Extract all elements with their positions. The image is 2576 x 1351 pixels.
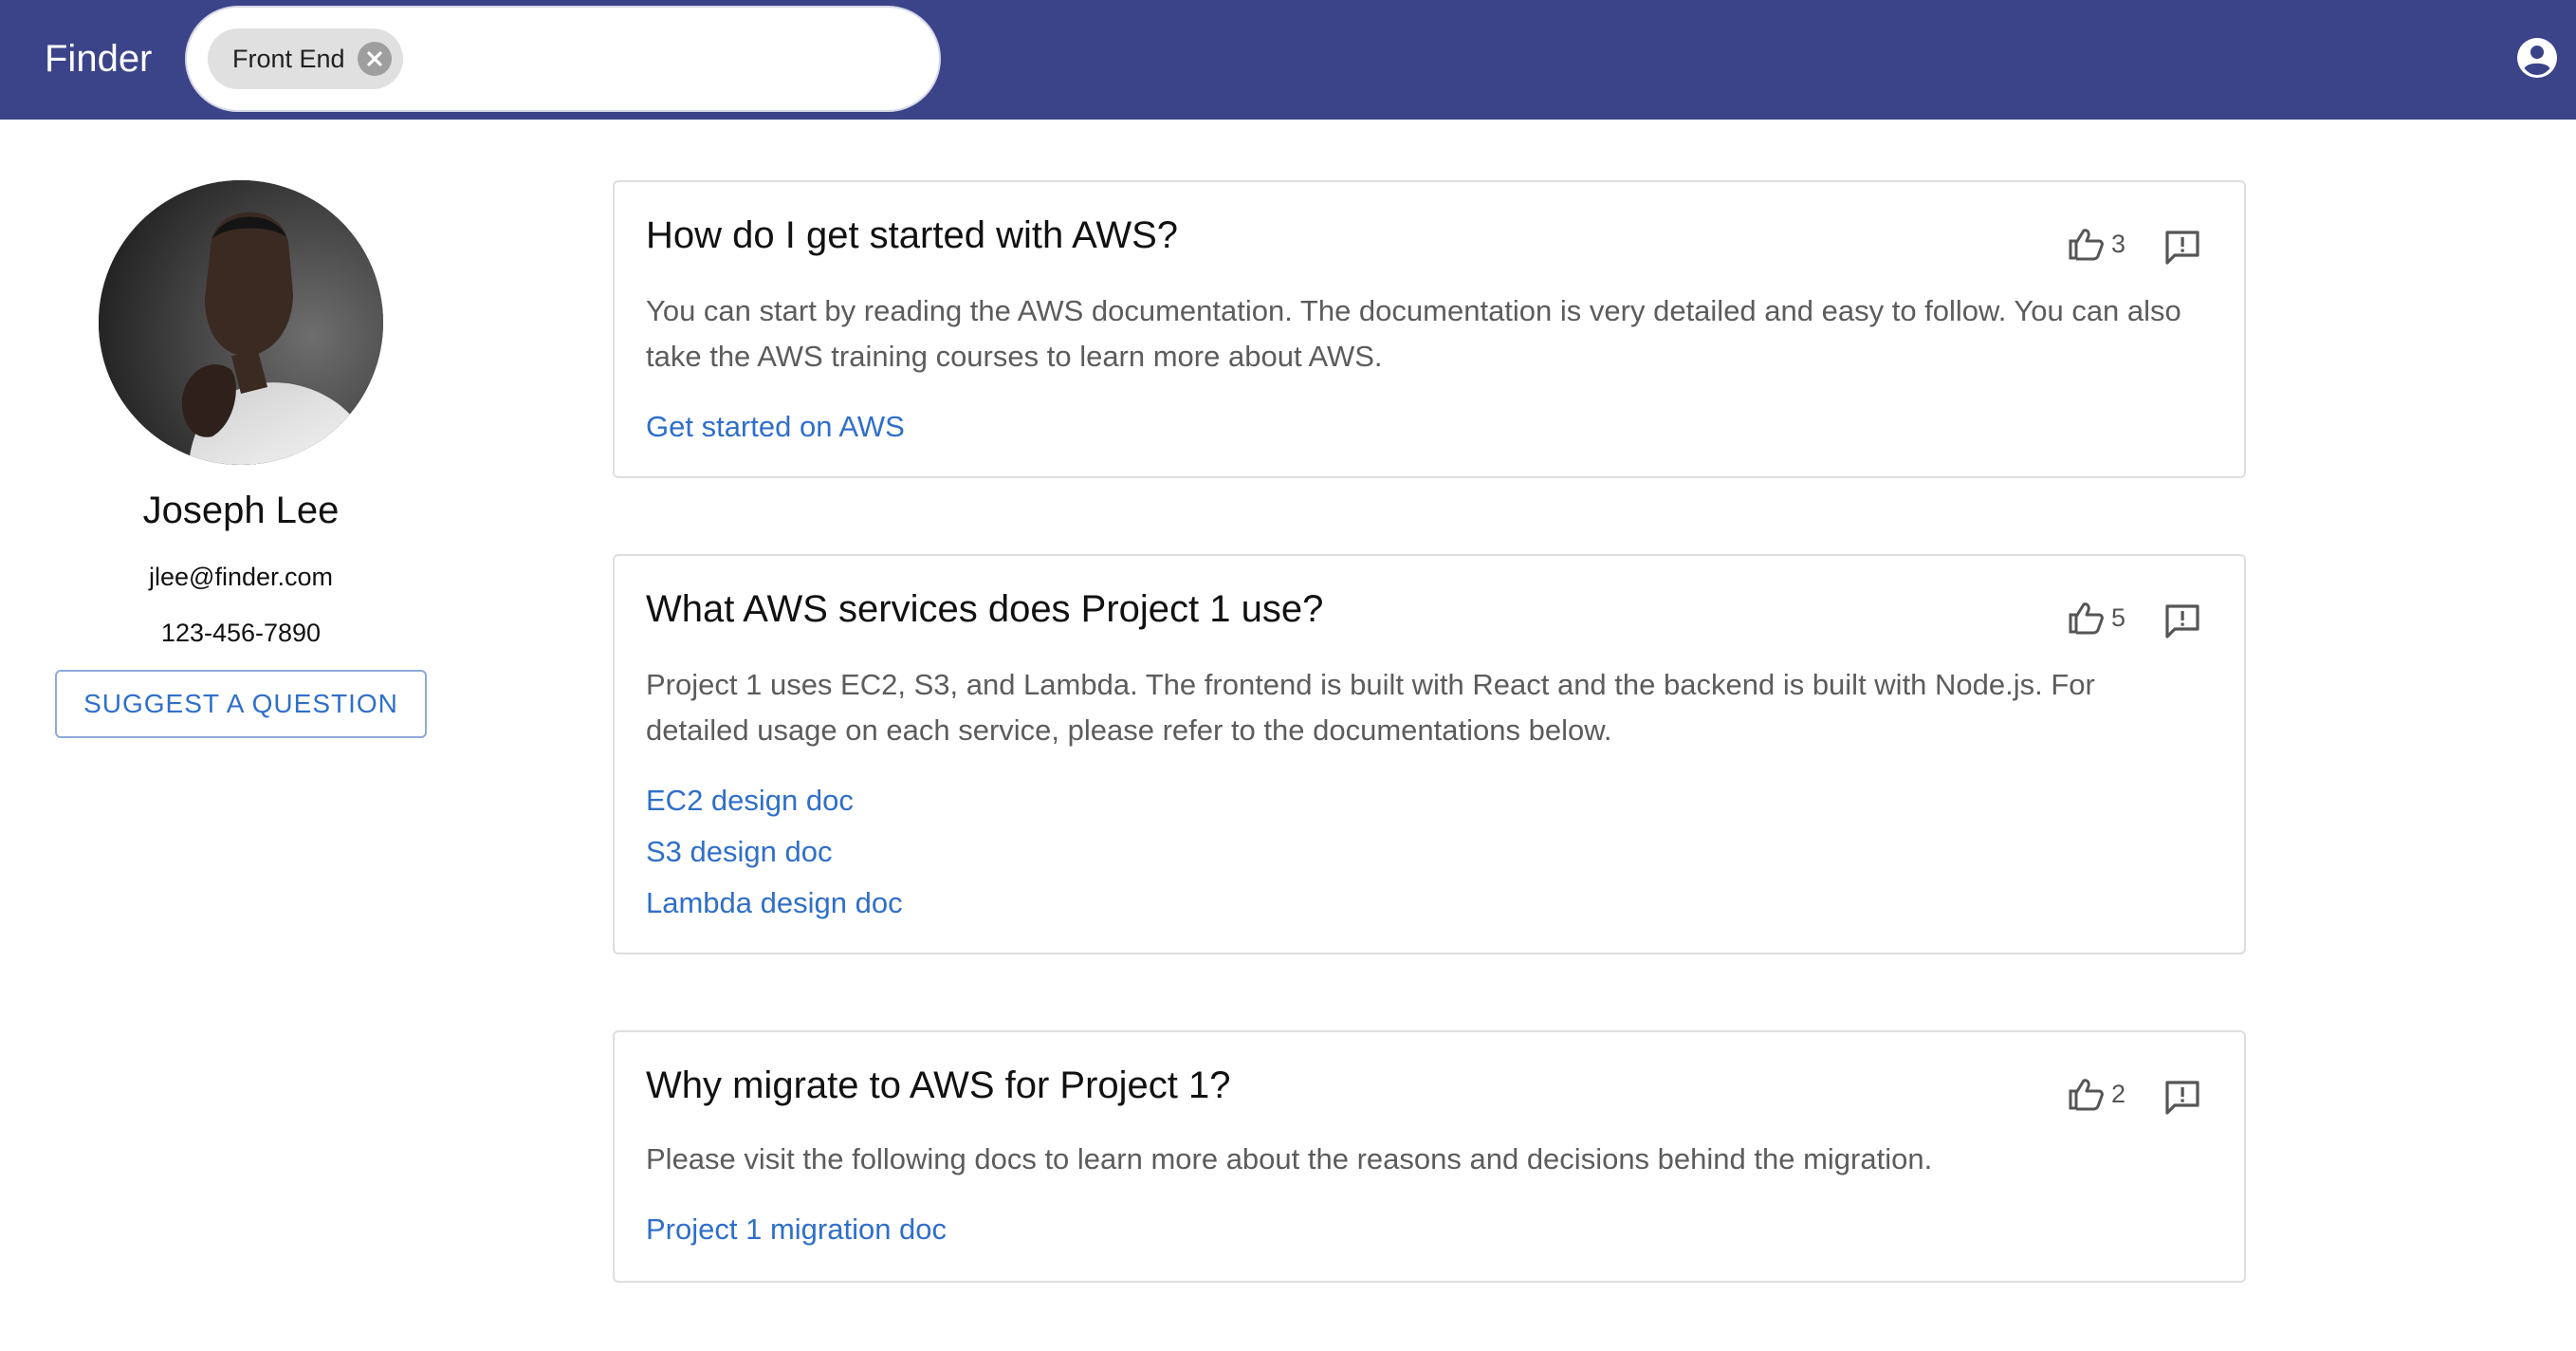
doc-link[interactable]: Lambda design doc [646,882,903,924]
feedback-icon[interactable] [2162,1078,2202,1118]
doc-link[interactable]: S3 design doc [646,831,832,873]
thumb-up-icon [2069,1079,2104,1111]
answer-text: Project 1 uses EC2, S3, and Lambda. The … [646,668,2095,747]
question-card: How do I get started with AWS? 3 You can… [613,180,2246,478]
like-count: 2 [2111,1080,2126,1108]
feedback-icon[interactable] [2162,228,2202,268]
account-circle-icon[interactable] [2516,37,2558,79]
feedback-icon[interactable] [2162,601,2202,641]
doc-link[interactable]: EC2 design doc [646,780,854,822]
answer-text: You can start by reading the AWS documen… [646,294,2181,373]
profile-email: jlee@finder.com [149,563,333,591]
question-card: What AWS services does Project 1 use? 5 … [613,554,2246,954]
profile-phone: 123-456-7890 [160,619,322,647]
question-title: How do I get started with AWS? [646,214,1178,256]
doc-link[interactable]: Project 1 migration doc [646,1209,947,1250]
question-card: Why migrate to AWS for Project 1? 2 Plea… [613,1030,2246,1283]
app-bar: Finder Front End [0,0,2576,120]
question-title: What AWS services does Project 1 use? [646,588,1324,630]
suggest-question-button[interactable]: SUGGEST A QUESTION [55,670,427,738]
thumb-up-icon [2069,229,2104,261]
chip-delete-icon[interactable] [358,42,392,76]
filter-chip-front-end[interactable]: Front End [208,28,403,89]
like-button[interactable]: 2 [2068,1076,2125,1112]
like-button[interactable]: 3 [2068,226,2125,262]
question-title: Why migrate to AWS for Project 1? [646,1064,1231,1106]
chip-label: Front End [232,45,345,73]
profile-name: Joseph Lee [142,490,340,531]
like-count: 5 [2111,603,2126,632]
doc-link[interactable]: Get started on AWS [646,406,905,448]
thumb-up-icon [2069,602,2104,635]
like-count: 3 [2111,230,2126,258]
like-button[interactable]: 5 [2068,600,2125,636]
avatar [99,180,383,465]
app-title[interactable]: Finder [45,34,152,83]
search-input[interactable]: Front End [185,6,941,112]
answer-text: Please visit the following docs to learn… [646,1142,1933,1175]
